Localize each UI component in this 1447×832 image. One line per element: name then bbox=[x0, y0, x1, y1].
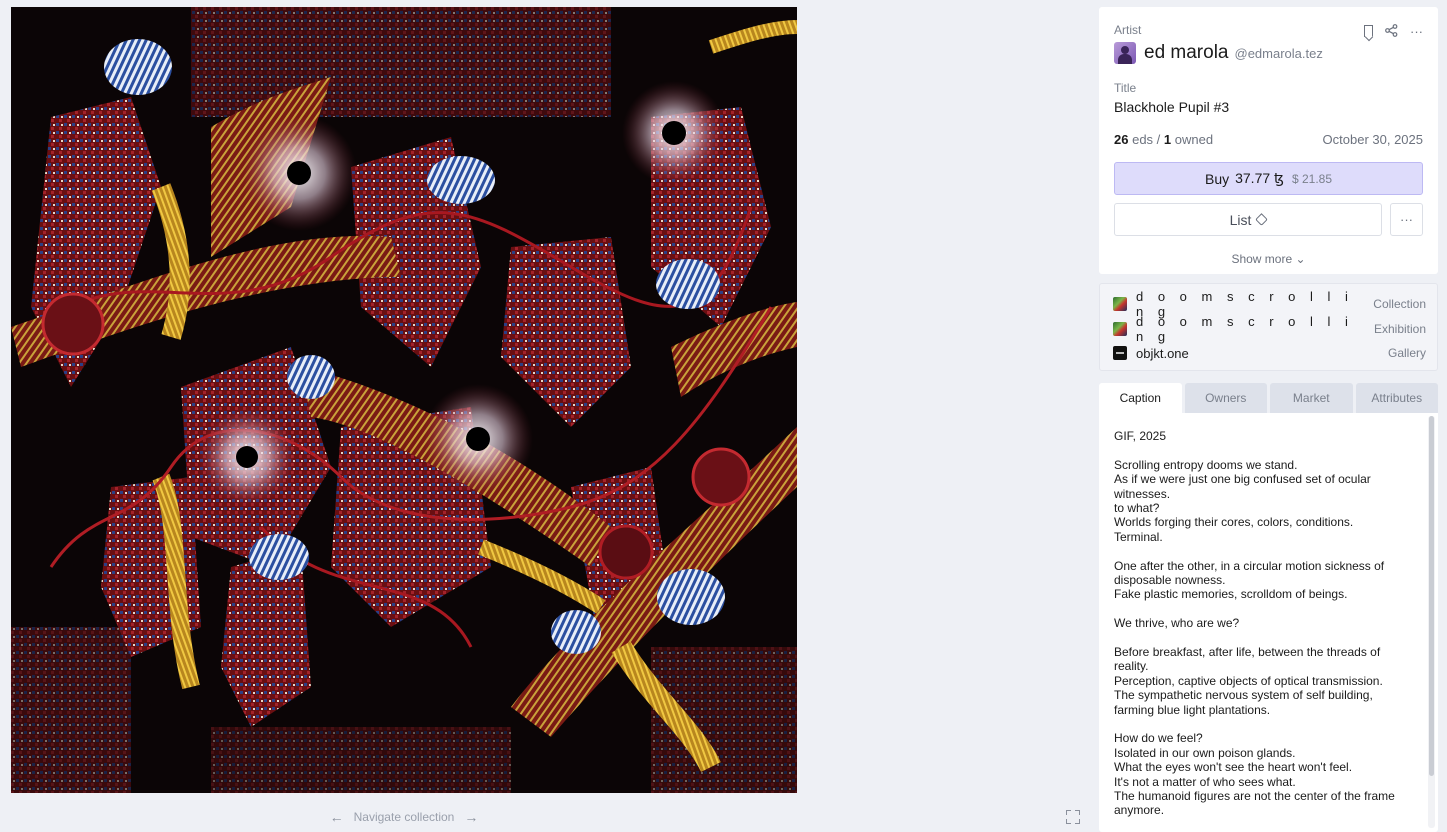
caption-paragraph: Before breakfast, after life, between th… bbox=[1114, 645, 1383, 717]
buy-price: 37.77 ꜩ bbox=[1235, 170, 1284, 186]
details-tabs-card: Caption Owners Market Attributes GIF, 20… bbox=[1099, 383, 1438, 832]
chevron-down-icon: ⌄ bbox=[1295, 252, 1306, 266]
share-icon[interactable] bbox=[1385, 24, 1398, 40]
bookmark-icon[interactable] bbox=[1364, 24, 1373, 40]
artist-handle[interactable]: @edmarola.tez bbox=[1235, 46, 1323, 61]
tab-caption[interactable]: Caption bbox=[1099, 383, 1182, 413]
caption-paragraph: One after the other, in a circular motio… bbox=[1114, 558, 1385, 602]
caption-paragraph: We thrive, who are we? bbox=[1114, 616, 1240, 631]
artist-label: Artist bbox=[1114, 23, 1142, 37]
token-title: Blackhole Pupil #3 bbox=[1114, 99, 1230, 115]
arrow-right-icon[interactable]: → bbox=[464, 809, 478, 825]
caption-paragraph: GIF, 2025 bbox=[1114, 429, 1167, 443]
arrow-left-icon[interactable]: ← bbox=[330, 809, 344, 825]
collection-thumbnail-icon bbox=[1113, 297, 1127, 311]
exhibition-type: Exhibition bbox=[1373, 322, 1426, 336]
avatar bbox=[1114, 42, 1136, 64]
owned-label: owned bbox=[1174, 132, 1214, 147]
collection-type: Collection bbox=[1373, 297, 1426, 311]
buy-button[interactable]: Buy 37.77 ꜩ $ 21.85 bbox=[1114, 162, 1423, 195]
list-label: List bbox=[1229, 211, 1252, 228]
caption-paragraph: Scrolling entropy dooms we stand. As if … bbox=[1114, 457, 1371, 544]
show-more-label: Show more bbox=[1231, 252, 1293, 266]
tab-market[interactable]: Market bbox=[1270, 383, 1353, 413]
tab-attributes[interactable]: Attributes bbox=[1355, 383, 1438, 413]
links-card: d o o m s c r o l l i n g Collection d o… bbox=[1099, 283, 1438, 371]
more-icon[interactable]: ··· bbox=[1410, 25, 1423, 39]
scrollbar-thumb[interactable] bbox=[1429, 416, 1434, 776]
caption-text: GIF, 2025 Scrolling entropy dooms we sta… bbox=[1114, 429, 1414, 832]
editions-info: 26 eds / 1 owned bbox=[1114, 132, 1213, 147]
owned-count: 1 bbox=[1163, 132, 1172, 147]
gallery-type: Gallery bbox=[1387, 346, 1426, 360]
exhibition-link[interactable]: d o o m s c r o l l i n g Exhibition bbox=[1113, 314, 1426, 344]
buy-label: Buy bbox=[1204, 170, 1230, 187]
editions-count: 26 bbox=[1114, 132, 1129, 147]
token-info-card: Artist ··· ed marola @edmarola.tez Title… bbox=[1099, 7, 1438, 274]
navigate-collection-label: Navigate collection bbox=[353, 810, 455, 824]
fullscreen-icon[interactable] bbox=[1066, 810, 1080, 824]
caption-paragraph: How do we feel? Isolated in our own pois… bbox=[1114, 731, 1395, 818]
exhibition-name[interactable]: d o o m s c r o l l i n g bbox=[1136, 314, 1374, 344]
list-button[interactable]: List bbox=[1114, 203, 1382, 236]
tab-bar: Caption Owners Market Attributes bbox=[1099, 383, 1438, 413]
collection-navigation: ← Navigate collection → bbox=[11, 806, 797, 828]
gallery-name[interactable]: objkt.one bbox=[1136, 346, 1189, 361]
buy-price-usd: $ 21.85 bbox=[1291, 171, 1333, 186]
collection-link[interactable]: d o o m s c r o l l i n g Collection bbox=[1113, 289, 1426, 319]
caption-scrollbar[interactable] bbox=[1428, 416, 1435, 828]
artwork-image[interactable] bbox=[11, 7, 797, 793]
show-more-toggle[interactable]: Show more ⌄ bbox=[1099, 252, 1438, 266]
tag-icon bbox=[1255, 213, 1269, 226]
mint-date: October 30, 2025 bbox=[1322, 132, 1423, 147]
artwork-canvas bbox=[11, 7, 797, 793]
objkt-logo-icon bbox=[1113, 346, 1127, 360]
artist-row[interactable]: ed marola @edmarola.tez bbox=[1114, 42, 1323, 64]
exhibition-thumbnail-icon bbox=[1113, 322, 1127, 336]
tab-owners[interactable]: Owners bbox=[1184, 383, 1267, 413]
title-label: Title bbox=[1114, 81, 1137, 95]
more-actions-button[interactable]: ··· bbox=[1390, 203, 1423, 236]
gallery-link[interactable]: objkt.one Gallery bbox=[1113, 344, 1426, 362]
artist-name[interactable]: ed marola bbox=[1144, 42, 1229, 64]
token-actions-icons: ··· bbox=[1364, 24, 1423, 40]
editions-label: eds / bbox=[1132, 132, 1161, 147]
